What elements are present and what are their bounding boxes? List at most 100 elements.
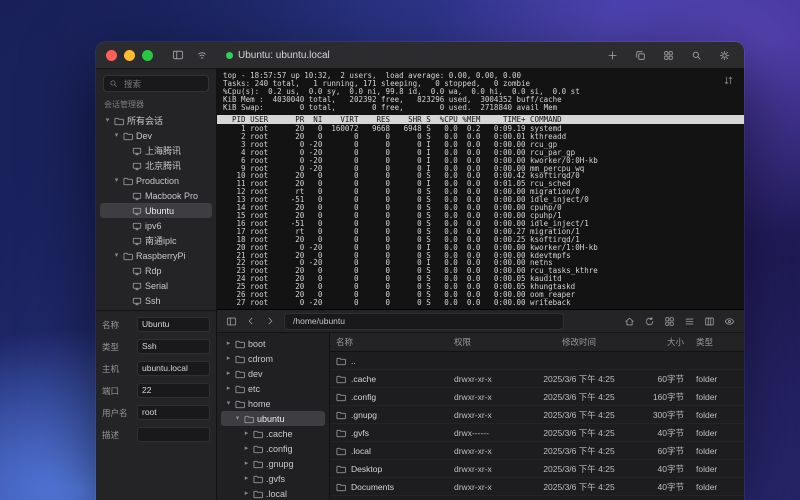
forward-icon[interactable]	[265, 316, 275, 326]
sidebar-item-all-sessions[interactable]: ▾ 所有会话	[100, 113, 212, 128]
fstree-item-etc[interactable]: ▸ etc	[221, 381, 325, 396]
file-row-downloads[interactable]: Downloadsdrwxr-xr-x2025/3/6 下午 4:2540字节f…	[330, 496, 744, 500]
chevron-right-icon[interactable]: ▸	[243, 486, 250, 500]
folder-icon	[253, 459, 263, 469]
search-input[interactable]	[122, 77, 203, 90]
column-header-modified[interactable]: 修改时间	[526, 336, 632, 348]
file-row-gvfs[interactable]: .gvfs drwx------ 2025/3/6 下午 4:25 40字节 folde…	[330, 424, 744, 442]
column-header-permissions[interactable]: 权限	[448, 336, 526, 348]
file-permissions: drwxr-xr-x	[454, 481, 492, 492]
file-row-parent[interactable]: ..	[330, 352, 744, 370]
folder-icon	[235, 399, 245, 409]
fstree-item-dev[interactable]: ▸ dev	[221, 366, 325, 381]
host-field[interactable]: ubuntu.local	[137, 361, 210, 376]
sidebar-item-raspberrypi[interactable]: ▾ RaspberryPi	[100, 248, 212, 263]
sftp-panel: /home/ubuntu ▸boot ▸cdrom ▸dev ▸etc	[217, 309, 744, 500]
sidebar-item-dev[interactable]: ▾ Dev	[100, 128, 212, 143]
fstree-item-local[interactable]: ▸ .local	[221, 486, 325, 500]
home-icon[interactable]	[624, 316, 635, 327]
settings-icon[interactable]	[719, 50, 730, 61]
toggle-file-tree-icon[interactable]	[226, 316, 237, 327]
file-type: folder	[696, 463, 718, 474]
terminal[interactable]: top - 18:57:57 up 10:32, 2 users, load a…	[217, 69, 744, 309]
fstree-item-boot[interactable]: ▸ boot	[221, 336, 325, 351]
sidebar-item-serial[interactable]: Serial	[100, 278, 212, 293]
sidebar-item-shanghai-tencent[interactable]: 上海腾讯	[100, 143, 212, 158]
chevron-down-icon[interactable]: ▾	[225, 396, 232, 411]
file-modified: 2025/3/6 下午 4:25	[543, 481, 615, 492]
chevron-right-icon[interactable]: ▸	[243, 456, 250, 471]
chevron-down-icon[interactable]: ▾	[104, 113, 111, 128]
terminal-summary: top - 18:57:57 up 10:32, 2 users, load a…	[223, 71, 580, 112]
desktop-wallpaper: { "window": { "title": "Ubuntu: ubuntu.l…	[0, 0, 800, 500]
duplicate-session-icon[interactable]	[635, 50, 646, 61]
column-header-name[interactable]: 名称	[330, 336, 448, 348]
sidebar-item-ipv6[interactable]: ipv6	[100, 218, 212, 233]
chevron-right-icon[interactable]: ▸	[225, 336, 232, 351]
chevron-right-icon[interactable]: ▸	[243, 426, 250, 441]
file-name: Documents	[351, 481, 394, 492]
session-tree: ▾ 所有会话 ▾ Dev 上海腾讯 北京腾讯 ▾ Production Macbook…	[96, 113, 216, 310]
chevron-right-icon[interactable]: ▸	[225, 381, 232, 396]
fstree-item-gnupg[interactable]: ▸ .gnupg	[221, 456, 325, 471]
fstree-item-config[interactable]: ▸ .config	[221, 441, 325, 456]
chevron-right-icon[interactable]: ▸	[225, 351, 232, 366]
file-row-local[interactable]: .local drwxr-xr-x 2025/3/6 下午 4:25 60字节 fold…	[330, 442, 744, 460]
fstree-item-ubuntu[interactable]: ▾ ubuntu	[221, 411, 325, 426]
file-name: .local	[351, 445, 371, 456]
chevron-down-icon[interactable]: ▾	[113, 128, 120, 143]
type-field[interactable]: Ssh	[137, 339, 210, 354]
host-icon	[132, 206, 142, 216]
sidebar-item-ubuntu[interactable]: Ubuntu	[100, 203, 212, 218]
chevron-right-icon[interactable]: ▸	[225, 366, 232, 381]
grid-view-icon[interactable]	[664, 316, 675, 327]
toggle-sidebar-icon[interactable]	[172, 49, 184, 61]
sidebar-item-nantong-iplc[interactable]: 南通iplc	[100, 233, 212, 248]
column-view-icon[interactable]	[704, 316, 715, 327]
titlebar: Ubuntu: ubuntu.local	[96, 42, 744, 69]
sidebar-search[interactable]	[103, 75, 209, 92]
chevron-right-icon[interactable]: ▸	[243, 471, 250, 486]
chevron-down-icon[interactable]: ▾	[234, 411, 241, 426]
description-field[interactable]	[137, 427, 210, 442]
file-row-gnupg[interactable]: .gnupg drwxr-xr-x 2025/3/6 下午 4:25 300字节 fol…	[330, 406, 744, 424]
zoom-window-button[interactable]	[142, 49, 153, 61]
chevron-down-icon[interactable]: ▾	[113, 248, 120, 263]
fstree-item-cdrom[interactable]: ▸ cdrom	[221, 351, 325, 366]
chevron-right-icon[interactable]: ▸	[243, 441, 250, 456]
fstree-item-cache[interactable]: ▸ .cache	[221, 426, 325, 441]
fstree-item-gvfs[interactable]: ▸ .gvfs	[221, 471, 325, 486]
list-view-icon[interactable]	[684, 316, 695, 327]
broadcast-icon[interactable]	[196, 49, 208, 61]
file-row-config[interactable]: .config drwxr-xr-x 2025/3/6 下午 4:25 160字节 fo…	[330, 388, 744, 406]
search-icon	[109, 79, 118, 88]
file-row-cache[interactable]: .cache drwxr-xr-x 2025/3/6 下午 4:25 60字节 fold…	[330, 370, 744, 388]
file-type: folder	[696, 391, 718, 402]
refresh-icon[interactable]	[644, 316, 655, 327]
close-window-button[interactable]	[106, 49, 117, 61]
sidebar-item-beijing-tencent[interactable]: 北京腾讯	[100, 158, 212, 173]
folder-icon	[253, 444, 263, 454]
sidebar-item-production[interactable]: ▾ Production	[100, 173, 212, 188]
minimize-window-button[interactable]	[124, 49, 135, 61]
sidebar-item-ssh[interactable]: Ssh	[100, 293, 212, 308]
column-header-type[interactable]: 类型	[690, 336, 744, 348]
username-field[interactable]: root	[137, 405, 210, 420]
folder-icon	[235, 354, 245, 364]
sidebar-item-macbook-pro[interactable]: Macbook Pro	[100, 188, 212, 203]
chevron-down-icon[interactable]: ▾	[113, 173, 120, 188]
port-field[interactable]: 22	[137, 383, 210, 398]
path-bar[interactable]: /home/ubuntu	[284, 312, 564, 330]
preview-icon[interactable]	[724, 316, 735, 327]
file-row-documents[interactable]: Documents drwxr-xr-x 2025/3/6 下午 4:25 40字节 f…	[330, 478, 744, 496]
fstree-item-home[interactable]: ▾ home	[221, 396, 325, 411]
new-session-icon[interactable]	[607, 50, 618, 61]
search-icon[interactable]	[691, 50, 702, 61]
column-header-size[interactable]: 大小	[632, 336, 690, 348]
file-row-desktop[interactable]: Desktop drwxr-xr-x 2025/3/6 下午 4:25 40字节 fol…	[330, 460, 744, 478]
back-icon[interactable]	[246, 316, 256, 326]
name-field[interactable]: Ubuntu	[137, 317, 210, 332]
sidebar-item-rdp[interactable]: Rdp	[100, 263, 212, 278]
property-label: 用户名	[102, 407, 128, 418]
layout-grid-icon[interactable]	[663, 50, 674, 61]
